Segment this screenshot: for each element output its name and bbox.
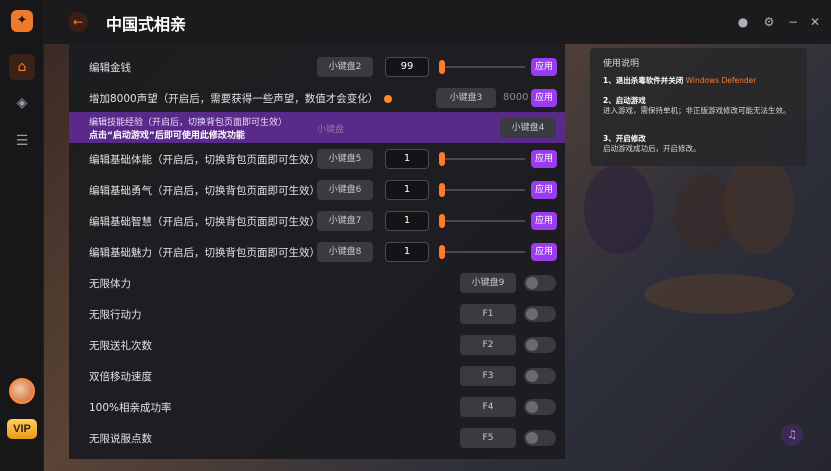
value-slider[interactable] (439, 214, 525, 228)
support-headset-button[interactable]: ♫ (781, 424, 803, 446)
arrow-left-icon: ← (72, 15, 84, 29)
row-infinite-action: 无限行动力 F1 (69, 299, 565, 329)
row-label: 无限体力 (89, 278, 131, 290)
row-label: 增加8000声望（开启后，需要获得一些声望，数值才会变化） (89, 91, 393, 106)
hotkey-button[interactable]: 小键盘5 (317, 149, 373, 169)
row-wisdom-base: 编辑基础智慧（开启后，切换背包页面即可生效） 小键盘7 1 应用 (69, 206, 565, 236)
hotkey-button[interactable]: F5 (460, 428, 516, 448)
layers-icon[interactable]: ☰ (9, 128, 35, 154)
value-input[interactable]: 99 (385, 57, 429, 77)
instructions-panel: 使用说明 1、退出杀毒软件并关闭 Windows Defender 2、启动游戏… (590, 48, 807, 166)
hotkey-button[interactable]: 小键盘4 (500, 118, 556, 138)
slider-thumb[interactable] (439, 245, 445, 259)
instructions-title: 使用说明 (603, 59, 640, 69)
vip-badge[interactable]: VIP (7, 419, 37, 439)
row-label: 编辑基础魅力（开启后，切换背包页面即可生效） (89, 247, 320, 259)
row-match-success: 100%相亲成功率 F4 (69, 392, 565, 422)
row-double-speed: 双倍移动速度 F3 (69, 361, 565, 391)
warning-icon (384, 95, 393, 103)
instruction-step-3: 3、开启修改 启动游戏成功后，开启修改。 (603, 134, 701, 153)
app-logo-icon[interactable]: ✦ (11, 10, 33, 32)
instruction-step-1: 1、退出杀毒软件并关闭 Windows Defender (603, 76, 757, 85)
value-slider[interactable] (439, 183, 525, 197)
settings-icon[interactable]: ⚙ (760, 13, 778, 31)
row-label: 无限说服点数 (89, 433, 152, 445)
row-label: 编辑金钱 (89, 62, 131, 74)
tooltip-line-1: 编辑技能经验（开启后，切换背包页面即可生效） (89, 118, 288, 128)
home-icon[interactable]: ⌂ (9, 54, 35, 80)
row-label: 编辑基础体能（开启后，切换背包页面即可生效） (89, 154, 320, 166)
row-label: 100%相亲成功率 (89, 402, 172, 414)
toggle-switch[interactable] (524, 430, 556, 446)
value-readout: 8000 (503, 92, 529, 103)
value-input[interactable]: 1 (385, 242, 429, 262)
table-shape (644, 274, 794, 314)
row-charm-base: 编辑基础魅力（开启后，切换背包页面即可生效） 小键盘8 1 应用 (69, 237, 565, 267)
toggle-switch[interactable] (524, 275, 556, 291)
toggle-switch[interactable] (524, 337, 556, 353)
row-reputation: 增加8000声望（开启后，需要获得一些声望，数值才会变化） 小键盘3 8000 … (69, 83, 565, 113)
row-label: 编辑基础勇气（开启后，切换背包页面即可生效） (89, 185, 320, 197)
apply-button[interactable]: 应用 (531, 150, 557, 168)
hotkey-button[interactable]: F1 (460, 304, 516, 324)
instruction-step-2: 2、启动游戏 进入游戏，需保持单机；非正版游戏修改可能无法生效。 (603, 96, 791, 115)
tooltip-row-skill-exp: 编辑技能经验（开启后，切换背包页面即可生效） 点击“启动游戏”后即可使用此修改功… (69, 112, 565, 143)
value-slider[interactable] (439, 60, 525, 74)
tooltip-line-2: 点击“启动游戏”后即可使用此修改功能 (89, 131, 245, 141)
row-stamina-base: 编辑基础体能（开启后，切换背包页面即可生效） 小键盘5 1 应用 (69, 144, 565, 174)
cheat-list-panel: 编辑金钱 小键盘2 99 应用 增加8000声望（开启后，需要获得一些声望，数值… (69, 44, 565, 459)
value-input[interactable]: 1 (385, 180, 429, 200)
value-slider[interactable] (439, 245, 525, 259)
page-title: 中国式相亲 (106, 15, 187, 34)
row-money: 编辑金钱 小键盘2 99 应用 (69, 52, 565, 82)
hotkey-button[interactable]: F3 (460, 366, 516, 386)
row-label: 无限送礼次数 (89, 340, 152, 352)
back-button[interactable]: ← (68, 12, 88, 32)
hotkey-button[interactable]: F2 (460, 335, 516, 355)
row-infinite-stamina: 无限体力 小键盘9 (69, 268, 565, 298)
apply-button[interactable]: 应用 (531, 212, 557, 230)
row-courage-base: 编辑基础勇气（开启后，切换背包页面即可生效） 小键盘6 1 应用 (69, 175, 565, 205)
apply-button[interactable]: 应用 (531, 58, 557, 76)
apply-button[interactable]: 应用 (531, 181, 557, 199)
hotkey-button[interactable]: 小键盘3 (436, 88, 496, 108)
hotkey-button[interactable]: 小键盘9 (460, 273, 516, 293)
slider-thumb[interactable] (439, 183, 445, 197)
hotkey-button[interactable]: 小键盘6 (317, 180, 373, 200)
record-icon[interactable]: ● (734, 13, 752, 31)
character-silhouette (724, 154, 794, 254)
slider-thumb[interactable] (439, 60, 445, 74)
hotkey-button[interactable]: 小键盘7 (317, 211, 373, 231)
value-slider[interactable] (439, 152, 525, 166)
value-input[interactable]: 1 (385, 149, 429, 169)
row-infinite-persuade: 无限说服点数 F5 (69, 423, 565, 453)
row-label: 双倍移动速度 (89, 371, 152, 383)
minimize-icon[interactable]: − (784, 13, 802, 31)
hotkey-button[interactable]: 小键盘2 (317, 57, 373, 77)
headset-icon: ♫ (787, 428, 797, 441)
row-label: 编辑基础智慧（开启后，切换背包页面即可生效） (89, 216, 320, 228)
gamepad-icon[interactable]: ◈ (9, 90, 35, 116)
toggle-switch[interactable] (524, 399, 556, 415)
close-icon[interactable]: ✕ (806, 13, 824, 31)
value-input[interactable]: 1 (385, 211, 429, 231)
avatar[interactable] (9, 378, 35, 404)
apply-button[interactable]: 应用 (531, 89, 557, 107)
apply-button[interactable]: 应用 (531, 243, 557, 261)
ghost-hotkey: 小键盘 (317, 125, 345, 135)
slider-thumb[interactable] (439, 152, 445, 166)
slider-thumb[interactable] (439, 214, 445, 228)
character-silhouette (584, 164, 654, 254)
hotkey-button[interactable]: F4 (460, 397, 516, 417)
toggle-switch[interactable] (524, 306, 556, 322)
hotkey-button[interactable]: 小键盘8 (317, 242, 373, 262)
left-sidebar: ✦ ⌂ ◈ ☰ VIP (0, 0, 44, 471)
toggle-switch[interactable] (524, 368, 556, 384)
row-infinite-gifts: 无限送礼次数 F2 (69, 330, 565, 360)
title-bar: ← 中国式相亲 ● ⚙ − ✕ (44, 0, 831, 44)
row-label: 无限行动力 (89, 309, 142, 321)
